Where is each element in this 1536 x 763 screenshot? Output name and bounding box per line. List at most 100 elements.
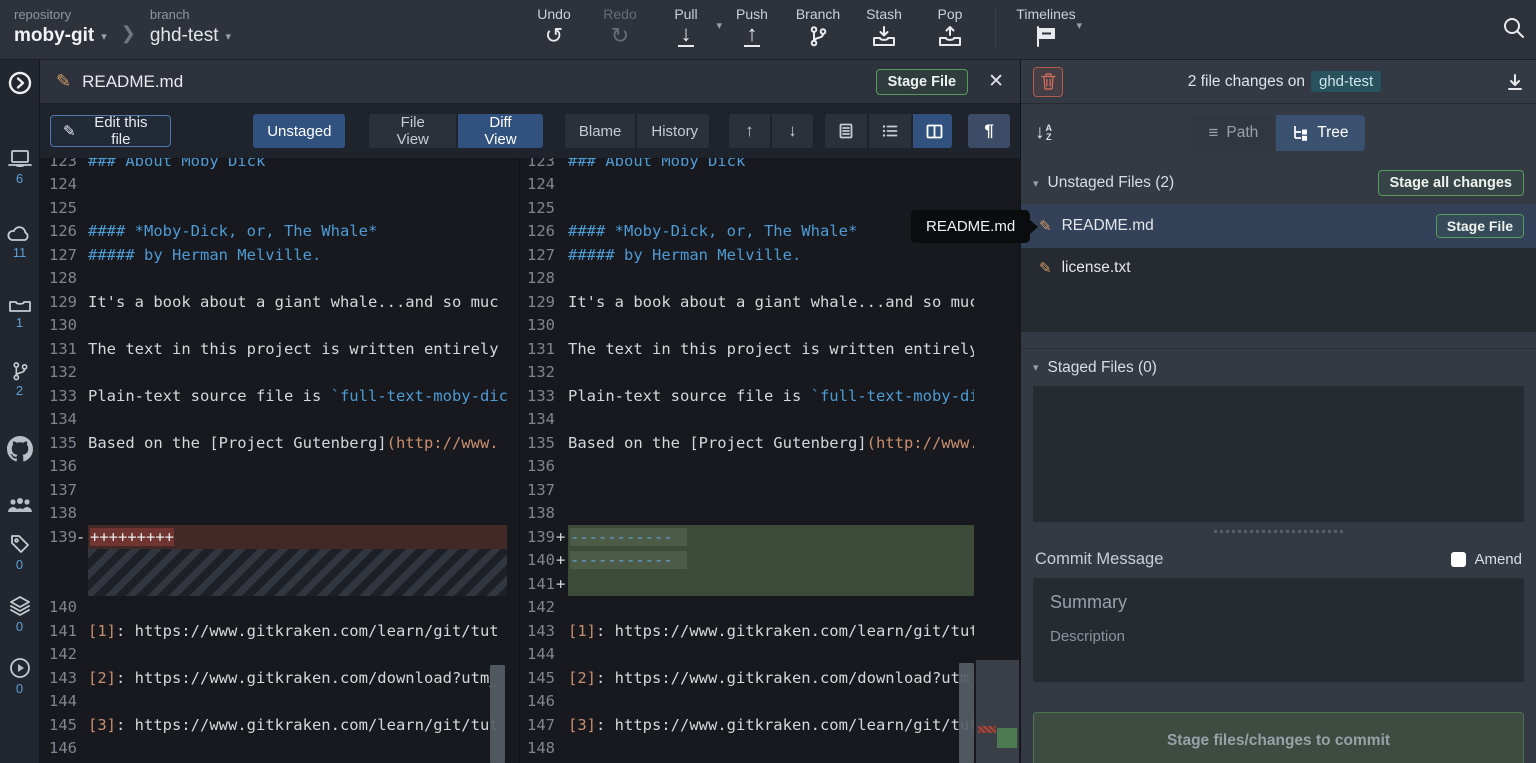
line-number: 135 bbox=[40, 434, 76, 452]
stash-button[interactable]: Stash bbox=[851, 4, 917, 48]
code-line bbox=[88, 408, 507, 432]
diff-row: 137 bbox=[520, 478, 1019, 502]
unstaged-toggle[interactable]: Unstaged bbox=[253, 114, 345, 148]
resize-handle[interactable] bbox=[1214, 530, 1344, 533]
rail-github-item[interactable] bbox=[7, 436, 33, 462]
rail-play-item[interactable]: 0 bbox=[8, 656, 32, 696]
edit-file-button[interactable]: ✎ Edit this file bbox=[50, 115, 171, 147]
file-view-tab[interactable]: File View bbox=[369, 114, 456, 148]
scrollbar-thumb[interactable] bbox=[959, 663, 974, 763]
diff-row[interactable]: 141+ bbox=[520, 572, 1019, 596]
amend-checkbox[interactable] bbox=[1451, 552, 1466, 567]
split-diff-button[interactable] bbox=[913, 114, 952, 148]
rail-layers-item[interactable]: 0 bbox=[8, 594, 32, 634]
redo-button[interactable]: Redo ↻ bbox=[587, 4, 653, 48]
line-number: 124 bbox=[40, 175, 76, 193]
amend-control[interactable]: Amend bbox=[1451, 551, 1522, 568]
code-line: ### About Moby Dick bbox=[568, 158, 974, 173]
close-icon[interactable]: ✕ bbox=[988, 70, 1004, 93]
repository-selector[interactable]: repository moby-git ▾ bbox=[14, 7, 107, 47]
code-line: Based on the [Project Gutenberg](http://… bbox=[88, 431, 507, 455]
path-view-button[interactable]: ≡ Path bbox=[1192, 115, 1274, 151]
code-line bbox=[88, 737, 507, 761]
diff-row: 143[1]: https://www.gitkraken.com/learn/… bbox=[520, 619, 1019, 643]
push-button[interactable]: Push ↑ bbox=[719, 4, 785, 48]
branch-action-label: Branch bbox=[796, 6, 840, 22]
rail-team-item[interactable] bbox=[6, 496, 34, 514]
branch-button[interactable]: Branch bbox=[785, 4, 851, 48]
commit-message-box[interactable]: Summary Description bbox=[1033, 578, 1524, 682]
chevron-down-icon: ▾ bbox=[226, 30, 232, 43]
diff-row[interactable]: 139-+++++++++ bbox=[40, 525, 519, 549]
rail-expand-button[interactable] bbox=[7, 70, 33, 96]
discard-changes-button[interactable] bbox=[1033, 67, 1063, 97]
inline-diff-button[interactable] bbox=[869, 114, 911, 148]
code-line bbox=[88, 690, 507, 714]
unstaged-section-header[interactable]: ▾ Unstaged Files (2) Stage all changes bbox=[1021, 162, 1536, 204]
rail-computer-item[interactable]: 6 bbox=[7, 148, 33, 186]
commit-footer: Stage files/changes to commit bbox=[1021, 682, 1536, 763]
staged-section-header[interactable]: ▾ Staged Files (0) bbox=[1021, 348, 1536, 386]
timelines-dropdown-caret[interactable]: ▾ bbox=[1076, 19, 1082, 32]
stage-file-button[interactable]: Stage File bbox=[876, 69, 969, 95]
diff-view-tab[interactable]: Diff View bbox=[458, 114, 543, 148]
file-sort-row: ↓ AZ ≡ Path Tree bbox=[1021, 104, 1536, 162]
branch-selector[interactable]: branch ghd-test ▾ bbox=[150, 7, 231, 47]
line-number: 142 bbox=[40, 645, 76, 663]
code-line bbox=[568, 690, 974, 714]
branch-icon bbox=[9, 360, 31, 382]
code-line: [3]: https://www.gitkraken.com/learn/git… bbox=[88, 713, 507, 737]
pull-button[interactable]: Pull ↓ ▾ bbox=[653, 4, 719, 48]
summary-input[interactable]: Summary bbox=[1050, 592, 1507, 613]
line-number: 145 bbox=[520, 669, 556, 687]
diff-row[interactable]: 139+----------- bbox=[520, 525, 1019, 549]
diff-minimap[interactable] bbox=[976, 660, 1019, 763]
commit-panel: 2 file changes onghd-test ↓ AZ ≡ Path Tr… bbox=[1020, 60, 1536, 763]
hamburger-icon: ≡ bbox=[1208, 123, 1218, 143]
line-number: 143 bbox=[40, 669, 76, 687]
diff-placeholder-row bbox=[40, 549, 519, 596]
code-line: The text in this project is written enti… bbox=[88, 337, 507, 361]
diff-row: 123 ### About Moby Dick bbox=[520, 158, 1019, 173]
scrollbar-thumb[interactable] bbox=[490, 665, 505, 763]
pull-label: Pull bbox=[674, 6, 697, 22]
pull-icon: ↓ bbox=[678, 24, 694, 47]
file-contents-button[interactable] bbox=[825, 114, 867, 148]
cloud-icon bbox=[6, 224, 34, 244]
diff-row: 127##### by Herman Melville. bbox=[520, 243, 1019, 267]
commit-submit-button[interactable]: Stage files/changes to commit bbox=[1033, 712, 1524, 763]
pop-button[interactable]: Pop bbox=[917, 4, 983, 48]
rail-stash-item[interactable]: 1 bbox=[7, 294, 33, 330]
description-input[interactable]: Description bbox=[1050, 628, 1507, 645]
previous-change-button[interactable]: ↑ bbox=[729, 114, 770, 148]
rail-tag-item[interactable]: 0 bbox=[8, 532, 32, 572]
file-row-license[interactable]: ✎ license.txt bbox=[1021, 248, 1536, 288]
stage-file-row-button[interactable]: Stage File bbox=[1436, 214, 1524, 238]
search-button[interactable] bbox=[1500, 14, 1528, 42]
stage-all-button[interactable]: Stage all changes bbox=[1378, 170, 1525, 196]
history-tab[interactable]: History bbox=[637, 114, 709, 148]
whitespace-toggle[interactable]: ¶ bbox=[968, 114, 1010, 148]
download-patch-button[interactable] bbox=[1506, 73, 1524, 91]
rail-cloud-item[interactable]: 11 bbox=[6, 224, 34, 260]
next-change-button[interactable]: ↓ bbox=[772, 114, 813, 148]
file-row-readme[interactable]: ✎ README.md Stage File bbox=[1021, 204, 1536, 248]
undo-label: Undo bbox=[537, 6, 570, 22]
diff-row[interactable]: 140+----------- bbox=[520, 549, 1019, 573]
document-icon bbox=[838, 123, 854, 139]
diff-row: 133Plain-text source file is `full-text-… bbox=[520, 384, 1019, 408]
sort-files-button[interactable]: ↓ AZ bbox=[1035, 122, 1052, 144]
rail-branch-item[interactable]: 2 bbox=[9, 360, 31, 398]
trash-icon bbox=[1041, 73, 1056, 90]
line-number: 123 bbox=[520, 158, 556, 170]
file-view-header: ✎ README.md Stage File ✕ bbox=[40, 60, 1020, 104]
blame-tab[interactable]: Blame bbox=[565, 114, 636, 148]
line-number: 146 bbox=[520, 692, 556, 710]
tree-view-button[interactable]: Tree bbox=[1276, 115, 1364, 151]
file-name: README.md bbox=[1062, 217, 1436, 235]
timelines-button[interactable]: Timelines ▾ bbox=[1008, 4, 1084, 48]
code-line bbox=[568, 596, 974, 620]
undo-button[interactable]: Undo ↺ bbox=[521, 4, 587, 48]
line-number: 129 bbox=[40, 293, 76, 311]
code-line: #### *Moby-Dick, or, The Whale* bbox=[88, 220, 507, 244]
